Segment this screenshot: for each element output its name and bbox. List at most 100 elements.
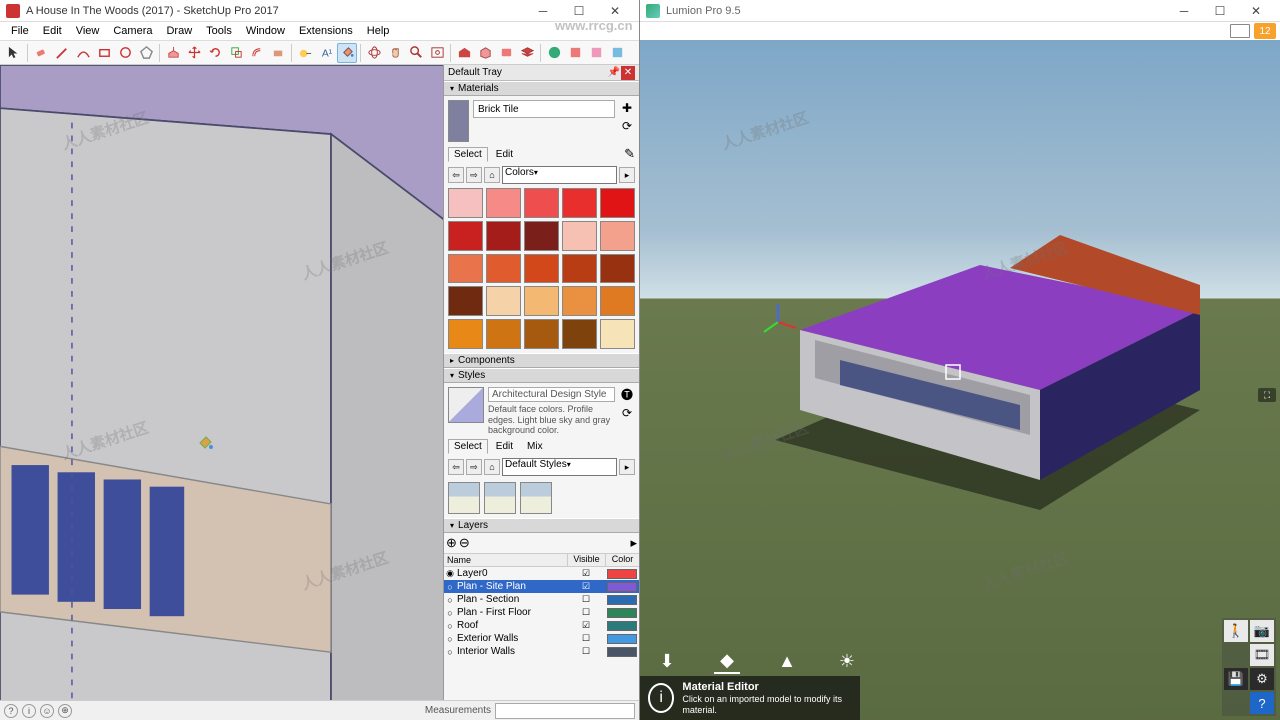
color-swatch[interactable] bbox=[600, 188, 635, 218]
import-mode-icon[interactable]: ⬇ bbox=[654, 648, 680, 674]
sketchup-titlebar[interactable]: A House In The Woods (2017) - SketchUp P… bbox=[0, 0, 639, 22]
layer-visible-checkbox[interactable]: ☐ bbox=[567, 594, 605, 605]
status-help-icon[interactable]: ? bbox=[4, 704, 18, 718]
color-swatch[interactable] bbox=[486, 254, 521, 284]
settings-icon[interactable]: ⚙ bbox=[1250, 668, 1274, 690]
style-thumbnail[interactable] bbox=[448, 387, 484, 423]
styles-tab-edit[interactable]: Edit bbox=[490, 439, 519, 454]
layer-name[interactable]: Interior Walls bbox=[456, 646, 567, 657]
lumion-export-icon[interactable] bbox=[565, 43, 585, 63]
color-swatch[interactable] bbox=[486, 286, 521, 316]
color-swatch[interactable] bbox=[448, 188, 483, 218]
eyedropper-icon[interactable]: ✎ bbox=[624, 146, 635, 162]
move-tool-icon[interactable] bbox=[184, 43, 204, 63]
color-swatch[interactable] bbox=[448, 286, 483, 316]
offset-tool-icon[interactable] bbox=[247, 43, 267, 63]
help-mode-icon[interactable]: ? bbox=[1250, 692, 1274, 714]
color-swatch[interactable] bbox=[524, 286, 559, 316]
photo-mode-icon[interactable]: 📷 bbox=[1250, 620, 1274, 642]
library-home-icon[interactable]: ⌂ bbox=[484, 167, 500, 183]
lumion-viewport[interactable]: ⛶ ⬇ ◆ ▲ ☀ i Material Editor Click on an … bbox=[640, 40, 1280, 720]
color-swatch[interactable] bbox=[448, 221, 483, 251]
layer-name[interactable]: Plan - Section bbox=[456, 594, 567, 605]
color-swatch[interactable] bbox=[448, 319, 483, 349]
layer-row[interactable]: ◉Layer0☑ bbox=[444, 567, 639, 580]
layer-active-radio[interactable]: ○ bbox=[444, 595, 456, 605]
menu-draw[interactable]: Draw bbox=[159, 23, 199, 39]
material-library-select[interactable]: Colors bbox=[502, 166, 617, 184]
pushpull-tool-icon[interactable] bbox=[163, 43, 183, 63]
layer-visible-checkbox[interactable]: ☐ bbox=[567, 607, 605, 618]
layers-icon[interactable] bbox=[517, 43, 537, 63]
save-icon[interactable]: 💾 bbox=[1224, 668, 1248, 690]
layer-visible-checkbox[interactable]: ☑ bbox=[567, 568, 605, 579]
layer-active-radio[interactable]: ○ bbox=[444, 608, 456, 618]
sample-material-icon[interactable]: ⟳ bbox=[619, 118, 635, 134]
color-swatch[interactable] bbox=[448, 254, 483, 284]
help-icon[interactable] bbox=[586, 43, 606, 63]
layer-name[interactable]: Exterior Walls bbox=[456, 633, 567, 644]
pan-tool-icon[interactable] bbox=[385, 43, 405, 63]
color-swatch[interactable] bbox=[562, 221, 597, 251]
layer-color-swatch[interactable] bbox=[607, 621, 637, 631]
arc-tool-icon[interactable] bbox=[73, 43, 93, 63]
styles-library-select[interactable]: Default Styles bbox=[502, 458, 617, 476]
menu-window[interactable]: Window bbox=[239, 23, 292, 39]
rectangle-tool-icon[interactable] bbox=[94, 43, 114, 63]
create-material-icon[interactable]: ✚ bbox=[619, 100, 635, 116]
rotate-tool-icon[interactable] bbox=[205, 43, 225, 63]
layer-color-swatch[interactable] bbox=[607, 595, 637, 605]
window-close-button[interactable]: ✕ bbox=[597, 0, 633, 22]
layer-row[interactable]: ○Plan - Section☐ bbox=[444, 593, 639, 606]
tray-titlebar[interactable]: Default Tray 📌 ✕ bbox=[444, 65, 639, 81]
style-refresh-icon[interactable]: ⟳ bbox=[619, 405, 635, 421]
layer-color-swatch[interactable] bbox=[607, 647, 637, 657]
layer-active-radio[interactable]: ○ bbox=[444, 582, 456, 592]
window-maximize-button[interactable]: ☐ bbox=[561, 0, 597, 22]
window-minimize-button[interactable]: ─ bbox=[525, 0, 561, 22]
lumion-close-button[interactable]: ✕ bbox=[1238, 0, 1274, 22]
layer-visible-checkbox[interactable]: ☑ bbox=[567, 620, 605, 631]
layer-row[interactable]: ○Exterior Walls☐ bbox=[444, 632, 639, 645]
movie-mode-icon[interactable]: 🎞 bbox=[1250, 644, 1274, 666]
followme-tool-icon[interactable] bbox=[268, 43, 288, 63]
tray-close-icon[interactable]: ✕ bbox=[621, 66, 635, 80]
layer-name[interactable]: Plan - First Floor bbox=[456, 607, 567, 618]
layer-color-swatch[interactable] bbox=[607, 582, 637, 592]
circle-tool-icon[interactable] bbox=[115, 43, 135, 63]
layer-row[interactable]: ○Plan - First Floor☐ bbox=[444, 606, 639, 619]
layer-color-swatch[interactable] bbox=[607, 569, 637, 579]
library-menu-icon[interactable]: ▸ bbox=[619, 167, 635, 183]
scale-tool-icon[interactable] bbox=[226, 43, 246, 63]
layer-visible-checkbox[interactable]: ☐ bbox=[567, 633, 605, 644]
orbit-tool-icon[interactable] bbox=[364, 43, 384, 63]
color-swatch[interactable] bbox=[562, 188, 597, 218]
layer-visible-checkbox[interactable]: ☑ bbox=[567, 581, 605, 592]
color-swatch[interactable] bbox=[600, 221, 635, 251]
layer-active-radio[interactable]: ○ bbox=[444, 621, 456, 631]
measurements-input[interactable] bbox=[495, 703, 635, 719]
weather-mode-icon[interactable]: ☀ bbox=[834, 648, 860, 674]
info-icon[interactable] bbox=[607, 43, 627, 63]
expand-panel-icon[interactable]: ⛶ bbox=[1258, 388, 1276, 402]
styles-tab-mix[interactable]: Mix bbox=[521, 439, 549, 454]
status-user-icon[interactable]: ☺ bbox=[40, 704, 54, 718]
lumion-titlebar[interactable]: Lumion Pro 9.5 ─ ☐ ✕ bbox=[640, 0, 1280, 22]
color-swatch[interactable] bbox=[486, 188, 521, 218]
warehouse-icon[interactable] bbox=[454, 43, 474, 63]
lumion-sync-icon[interactable] bbox=[544, 43, 564, 63]
zoom-extents-icon[interactable] bbox=[427, 43, 447, 63]
styles-fwd-icon[interactable]: ⇨ bbox=[466, 459, 482, 475]
menu-camera[interactable]: Camera bbox=[106, 23, 159, 39]
select-tool-icon[interactable] bbox=[4, 43, 24, 63]
style-item[interactable] bbox=[520, 482, 552, 514]
lumion-maximize-button[interactable]: ☐ bbox=[1202, 0, 1238, 22]
layer-name[interactable]: Layer0 bbox=[456, 568, 567, 579]
color-swatch[interactable] bbox=[524, 254, 559, 284]
layer-active-radio[interactable]: ○ bbox=[444, 634, 456, 644]
styles-back-icon[interactable]: ⇦ bbox=[448, 459, 464, 475]
extension-icon[interactable] bbox=[496, 43, 516, 63]
components-panel-header[interactable]: Components bbox=[444, 353, 639, 368]
layer-row[interactable]: ○Plan - Site Plan☑ bbox=[444, 580, 639, 593]
current-material-swatch[interactable] bbox=[448, 100, 469, 142]
